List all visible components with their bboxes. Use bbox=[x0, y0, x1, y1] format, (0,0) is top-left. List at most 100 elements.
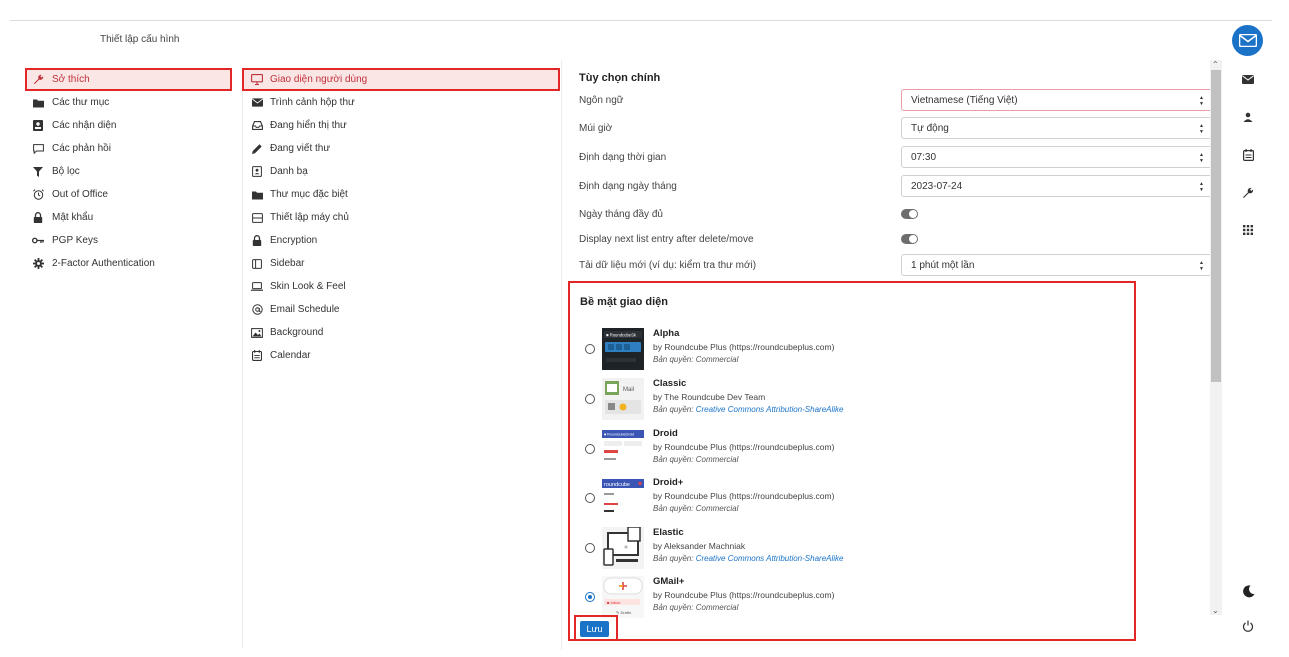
option-toggle[interactable] bbox=[901, 234, 918, 244]
skin-author: by Roundcube Plus (https://roundcubeplus… bbox=[653, 590, 835, 600]
skin-option-droid[interactable]: ■ RoundcubeDroid Droid by Roundcube Plus (… bbox=[570, 426, 1130, 474]
license-prefix: Bản quyền: bbox=[653, 405, 694, 414]
option-select[interactable]: Tự động ▲ ▼ bbox=[901, 117, 1210, 139]
skin-option-elastic[interactable]: Elastic by Aleksander Machniak Bản quyền: … bbox=[570, 525, 1130, 573]
skin-option-alpha[interactable]: ■ RoundcubeSk Alpha by Roundcube Plus (htt… bbox=[570, 326, 1130, 374]
section-item-label: Các nhận diện bbox=[52, 120, 117, 131]
skin-name: Droid+ bbox=[653, 477, 684, 488]
mail-icon[interactable] bbox=[1240, 71, 1256, 87]
subsection-item-thu-muc-dac-biet[interactable]: Thư mục đặc biệt bbox=[242, 183, 560, 206]
section-item-pgp-keys[interactable]: PGP Keys bbox=[25, 229, 232, 252]
license-link[interactable]: Creative Commons Attribution-ShareAlike bbox=[696, 554, 844, 563]
scroll-up-icon[interactable]: ⌃ bbox=[1212, 60, 1219, 69]
option-select[interactable]: 2023-07-24 ▲ ▼ bbox=[901, 175, 1210, 197]
gear-icon bbox=[32, 258, 44, 270]
option-select[interactable]: Vietnamese (Tiếng Việt) ▲ ▼ bbox=[901, 89, 1210, 111]
subsection-item-sidebar[interactable]: Sidebar bbox=[242, 252, 560, 275]
subsection-item-giao-dien-nguoi-dung[interactable]: Giao diện người dùng bbox=[242, 68, 560, 91]
thumb-label: ■ RoundcubeSk bbox=[606, 333, 637, 338]
skin-author: by Aleksander Machniak bbox=[653, 541, 746, 551]
skin-option-droid[interactable]: roundcube Droid+ by Roundcube Plus (https:… bbox=[570, 475, 1130, 523]
section-item-cac-thu-muc[interactable]: Các thư mục bbox=[25, 91, 232, 114]
skin-license: Bản quyền: Commercial bbox=[653, 455, 738, 464]
skin-thumbnail: ■ RoundcubeDroid bbox=[602, 428, 644, 470]
skin-name: Elastic bbox=[653, 527, 684, 538]
apps-grid-icon[interactable] bbox=[1240, 222, 1256, 238]
select-value: 2023-07-24 bbox=[911, 180, 963, 192]
option-label: Định dạng thời gian bbox=[579, 151, 667, 163]
skin-radio[interactable] bbox=[585, 394, 595, 404]
right-app-rail bbox=[1228, 0, 1276, 657]
logout-power-icon[interactable] bbox=[1240, 618, 1256, 634]
save-highlight: Lưu bbox=[574, 615, 618, 641]
server-icon bbox=[251, 212, 263, 224]
subsection-item-calendar[interactable]: Calendar bbox=[242, 344, 560, 367]
skin-license: Bản quyền: Creative Commons Attribution-… bbox=[653, 405, 843, 414]
skin-license: Bản quyền: Creative Commons Attribution-… bbox=[653, 554, 843, 563]
license-value: Commercial bbox=[695, 455, 739, 464]
option-row-ngon-ngu: Ngôn ngữ Vietnamese (Tiếng Việt) ▲ ▼ bbox=[579, 88, 1210, 112]
skin-option-gmail[interactable]: ■ Inbox ✎ Drafts GMail+ by Roundcube Plus (… bbox=[570, 574, 1130, 622]
subsection-item-email-schedule[interactable]: Email Schedule bbox=[242, 298, 560, 321]
subsection-item-thiet-lap-may-chu[interactable]: Thiết lập máy chủ bbox=[242, 206, 560, 229]
subsection-item-dang-viet-thu[interactable]: Đang viết thư bbox=[242, 137, 560, 160]
lock-icon bbox=[32, 212, 44, 224]
preferences-subsections-list: Giao diện người dùng Trình cảnh hộp thư Đa… bbox=[242, 68, 560, 367]
laptop-icon bbox=[251, 281, 263, 293]
option-row-mui-gio: Múi giờ Tự động ▲ ▼ bbox=[579, 116, 1210, 140]
skin-radio[interactable] bbox=[585, 592, 595, 602]
skin-section-title: Bề mặt giao diện bbox=[580, 296, 669, 308]
alarm-clock-icon bbox=[32, 189, 44, 201]
option-row-tai-du-lieu-moi-vi-du-kiem-tra: Tải dữ liệu mới (ví dụ: kiểm tra thư mới… bbox=[579, 253, 1210, 277]
calendar-icon bbox=[251, 350, 263, 362]
skin-radio[interactable] bbox=[585, 493, 595, 503]
section-item-so-thich[interactable]: Sở thích bbox=[25, 68, 232, 91]
subsection-item-background[interactable]: Background bbox=[242, 321, 560, 344]
filter-icon bbox=[32, 166, 44, 178]
subsection-item-label: Skin Look & Feel bbox=[270, 281, 346, 292]
license-link[interactable]: Creative Commons Attribution-ShareAlike bbox=[696, 405, 844, 414]
section-item-mat-khau[interactable]: Mật khẩu bbox=[25, 206, 232, 229]
dark-mode-moon-icon[interactable] bbox=[1240, 583, 1256, 599]
main-scrollbar[interactable]: ⌃ ⌄ bbox=[1210, 60, 1222, 615]
subsection-item-skin-look-feel[interactable]: Skin Look & Feel bbox=[242, 275, 560, 298]
section-item-label: Mật khẩu bbox=[52, 212, 94, 223]
license-value: Commercial bbox=[695, 603, 739, 612]
scroll-down-icon[interactable]: ⌄ bbox=[1212, 606, 1219, 615]
subsection-item-dang-hien-thi-thu[interactable]: Đang hiển thị thư bbox=[242, 114, 560, 137]
section-item-label: 2-Factor Authentication bbox=[52, 258, 155, 269]
scrollbar-thumb[interactable] bbox=[1211, 70, 1221, 382]
skin-radio[interactable] bbox=[585, 543, 595, 553]
section-item-label: Out of Office bbox=[52, 189, 108, 200]
subsection-item-danh-ba[interactable]: Danh bạ bbox=[242, 160, 560, 183]
subsection-item-encryption[interactable]: Encryption bbox=[242, 229, 560, 252]
section-item-cac-phan-hoi[interactable]: Các phản hồi bbox=[25, 137, 232, 160]
section-item-cac-nhan-dien[interactable]: Các nhận diện bbox=[25, 114, 232, 137]
section-item-2-factor-authentication[interactable]: 2-Factor Authentication bbox=[25, 252, 232, 275]
select-arrows-icon: ▲ ▼ bbox=[1199, 95, 1204, 107]
option-toggle[interactable] bbox=[901, 209, 918, 219]
save-button[interactable]: Lưu bbox=[580, 621, 609, 637]
settings-wrench-icon[interactable] bbox=[1240, 185, 1256, 201]
skin-radio[interactable] bbox=[585, 444, 595, 454]
select-arrows-icon: ▲ ▼ bbox=[1199, 181, 1204, 193]
select-value: 1 phút một lần bbox=[911, 259, 975, 271]
skin-name: Droid bbox=[653, 428, 678, 439]
option-select[interactable]: 1 phút một lần ▲ ▼ bbox=[901, 254, 1210, 276]
skin-option-classic[interactable]: Mail Classic by The Roundcube Dev Team Bản … bbox=[570, 376, 1130, 424]
skin-license: Bản quyền: Commercial bbox=[653, 603, 738, 612]
option-label: Ngày tháng đầy đủ bbox=[579, 208, 663, 220]
license-prefix: Bản quyền: bbox=[653, 455, 694, 464]
key-icon bbox=[32, 235, 44, 247]
calendar-icon[interactable] bbox=[1240, 147, 1256, 163]
settings-sections-list: Sở thích Các thư mục Các nhận diện Các phản… bbox=[25, 68, 232, 275]
skin-radio[interactable] bbox=[585, 344, 595, 354]
envelope-logo-icon[interactable] bbox=[1232, 25, 1263, 56]
section-item-out-of-office[interactable]: Out of Office bbox=[25, 183, 232, 206]
option-select[interactable]: 07:30 ▲ ▼ bbox=[901, 146, 1210, 168]
section-item-bo-loc[interactable]: Bộ lọc bbox=[25, 160, 232, 183]
license-prefix: Bản quyền: bbox=[653, 554, 694, 563]
subsection-item-trinh-canh-hop-thu[interactable]: Trình cảnh hộp thư bbox=[242, 91, 560, 114]
subsection-item-label: Đang hiển thị thư bbox=[270, 120, 347, 131]
contacts-icon[interactable] bbox=[1240, 109, 1256, 125]
